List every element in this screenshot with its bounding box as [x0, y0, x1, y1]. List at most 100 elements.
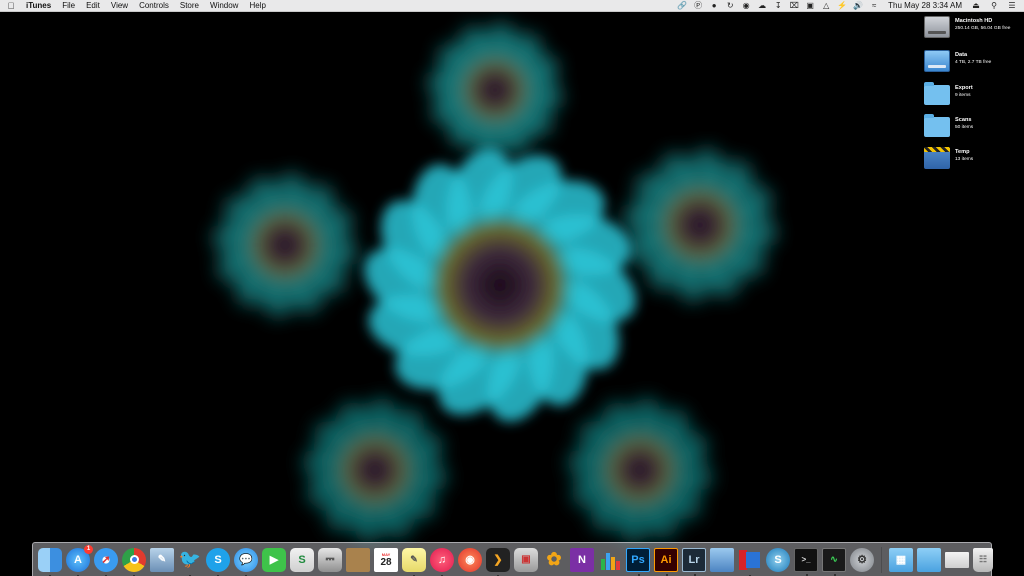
dock-separator [881, 546, 882, 573]
onenote-label: N [578, 553, 586, 566]
numbers-bars-icon [601, 552, 620, 570]
menu-edit[interactable]: Edit [86, 0, 100, 12]
flower [567, 397, 713, 543]
flower-core [457, 52, 533, 128]
flower [427, 22, 563, 158]
terminal-icon[interactable]: >_ [794, 547, 818, 576]
menu-help[interactable]: Help [249, 0, 265, 12]
wifi-icon[interactable]: ≈ [868, 0, 880, 12]
menu-clock[interactable]: Thu May 28 3:34 AM [888, 0, 962, 12]
airplay-icon[interactable]: △ [820, 0, 832, 12]
flower-core [600, 430, 680, 510]
status-area: 🔗 Ⓟ ● ↻ ◉ ☁ ↧ ⌧ ▣ △ ⚡ 🔊 ≈ Thu May 28 3:3… [672, 0, 1018, 12]
desktop-item-info: 250.14 GB, 56.04 GB free [955, 26, 1011, 31]
flower [364, 148, 636, 422]
facetime-icon[interactable]: ▶ [262, 547, 286, 572]
parallels-icon[interactable] [738, 548, 762, 576]
skype-status-icon[interactable]: Ⓟ [692, 0, 704, 12]
desktop-item-info: 9 items [955, 93, 971, 98]
trash-icon[interactable]: ☷ [973, 547, 993, 572]
screen-icon[interactable]: ▣ [804, 0, 816, 12]
desktop-item-data[interactable]: Data 4 TB, 2.7 TB free [924, 50, 1024, 80]
illustrator-icon[interactable]: Ai [654, 547, 678, 576]
parallels-bars-icon [739, 549, 760, 570]
eject-icon[interactable]: ⏏ [970, 0, 982, 12]
menu-window[interactable]: Window [210, 0, 238, 12]
skype-icon[interactable]: S [206, 547, 230, 576]
striped-folder-icon [924, 147, 950, 169]
wallpaper-flowers [212, 22, 778, 543]
messages-icon[interactable]: 💬 [234, 547, 258, 576]
desktop-item-scans[interactable]: Scans 50 items [924, 114, 1024, 145]
menu-view[interactable]: View [111, 0, 128, 12]
desktop-item-label: Data [955, 52, 968, 58]
apple-icon[interactable]:  [6, 0, 16, 12]
app-store-icon[interactable]: A1 [66, 544, 93, 576]
cloud-icon[interactable]: ☁ [756, 0, 768, 12]
calendar-icon[interactable]: MAY 28 [374, 547, 398, 572]
preview-icon[interactable]: ✎ [150, 547, 174, 572]
eye-icon[interactable]: ◉ [740, 0, 752, 12]
itunes-icon[interactable]: ♫ [430, 547, 454, 576]
illustrator-label: Ai [660, 553, 672, 566]
sync-icon[interactable]: ↻ [724, 0, 736, 12]
photoshop-label: Ps [631, 553, 645, 566]
flower-group [212, 22, 778, 543]
podcasts-icon[interactable]: ◉ [458, 547, 482, 572]
notification-list-icon[interactable]: ☰ [1006, 0, 1018, 12]
safari-icon[interactable]: ➚ [94, 547, 118, 576]
tes-butterfly-icon[interactable]: ✿ [542, 548, 566, 572]
system-monitor-icon[interactable] [710, 547, 734, 572]
system-preferences-icon[interactable]: ⚙ [850, 547, 874, 572]
desktop-item-export[interactable]: Export 9 items [924, 82, 1024, 113]
desktop-item-label: Temp [955, 149, 970, 155]
activity-monitor-icon[interactable]: ∿ [822, 547, 846, 576]
documents-folder-icon[interactable] [917, 547, 941, 572]
folder-icon [924, 82, 950, 105]
flower [212, 172, 358, 318]
lightroom-icon[interactable]: Lr [682, 547, 706, 576]
volume-icon[interactable]: 🔊 [852, 0, 864, 12]
link-icon[interactable]: 🔗 [676, 0, 688, 12]
stickies-icon[interactable]: ✎ [402, 547, 426, 576]
sync-s-icon[interactable]: S [766, 547, 790, 572]
external-drive-icon [924, 50, 950, 72]
menu-file[interactable]: File [62, 0, 75, 12]
screenshot-icon[interactable]: ▣ [514, 547, 538, 572]
applications-folder-icon[interactable]: ▦ [889, 547, 913, 572]
download-icon[interactable]: ↧ [772, 0, 784, 12]
flower-core [335, 430, 415, 510]
scanner-icon[interactable]: ⎓ [318, 547, 342, 572]
menu-app-name[interactable]: iTunes [26, 0, 51, 12]
bird-icon[interactable]: 🐦 [178, 548, 202, 576]
desktop-item-info: 50 items [955, 125, 974, 130]
desktop-wallpaper [0, 0, 1024, 576]
finder-icon[interactable] [38, 547, 62, 576]
desktop-item-info: 4 TB, 2.7 TB free [955, 60, 992, 65]
x-box-icon[interactable]: ⌧ [788, 0, 800, 12]
downloads-stack-icon[interactable] [945, 551, 969, 568]
flower [302, 397, 448, 543]
app-store-badge: 1 [84, 544, 93, 554]
numbers-icon[interactable] [598, 548, 622, 572]
spotlight-icon[interactable]: ⚲ [988, 0, 1000, 12]
scrivener-icon[interactable]: S [290, 547, 314, 572]
bolt-icon[interactable]: ⚡ [836, 0, 848, 12]
dock: A1 ➚ ✎ 🐦 S 💬 ▶ S ⎓ MAY 28 ✎ ♫ ◉ ❯ ▣ ✿ N … [32, 542, 993, 576]
menu-controls[interactable]: Controls [139, 0, 169, 12]
chrome-icon[interactable] [122, 547, 146, 576]
desktop-item-macintosh-hd[interactable]: Macintosh HD 250.14 GB, 56.04 GB free [924, 16, 1024, 46]
lightroom-label: Lr [688, 553, 700, 566]
menu-bar:  iTunes File Edit View Controls Store W… [0, 0, 1024, 12]
onenote-icon[interactable]: N [570, 547, 594, 572]
desktop-item-label: Scans [955, 117, 972, 123]
flower-core [425, 210, 575, 360]
menu-store[interactable]: Store [180, 0, 199, 12]
desktop-item-label: Macintosh HD [955, 18, 993, 24]
desktop-item-temp[interactable]: Temp 13 items [924, 147, 1024, 177]
tag-icon[interactable]: ● [708, 0, 720, 12]
folder-icon [924, 114, 950, 137]
notebook-icon[interactable] [346, 547, 370, 572]
plex-icon[interactable]: ❯ [486, 547, 510, 576]
photoshop-icon[interactable]: Ps [626, 547, 650, 576]
